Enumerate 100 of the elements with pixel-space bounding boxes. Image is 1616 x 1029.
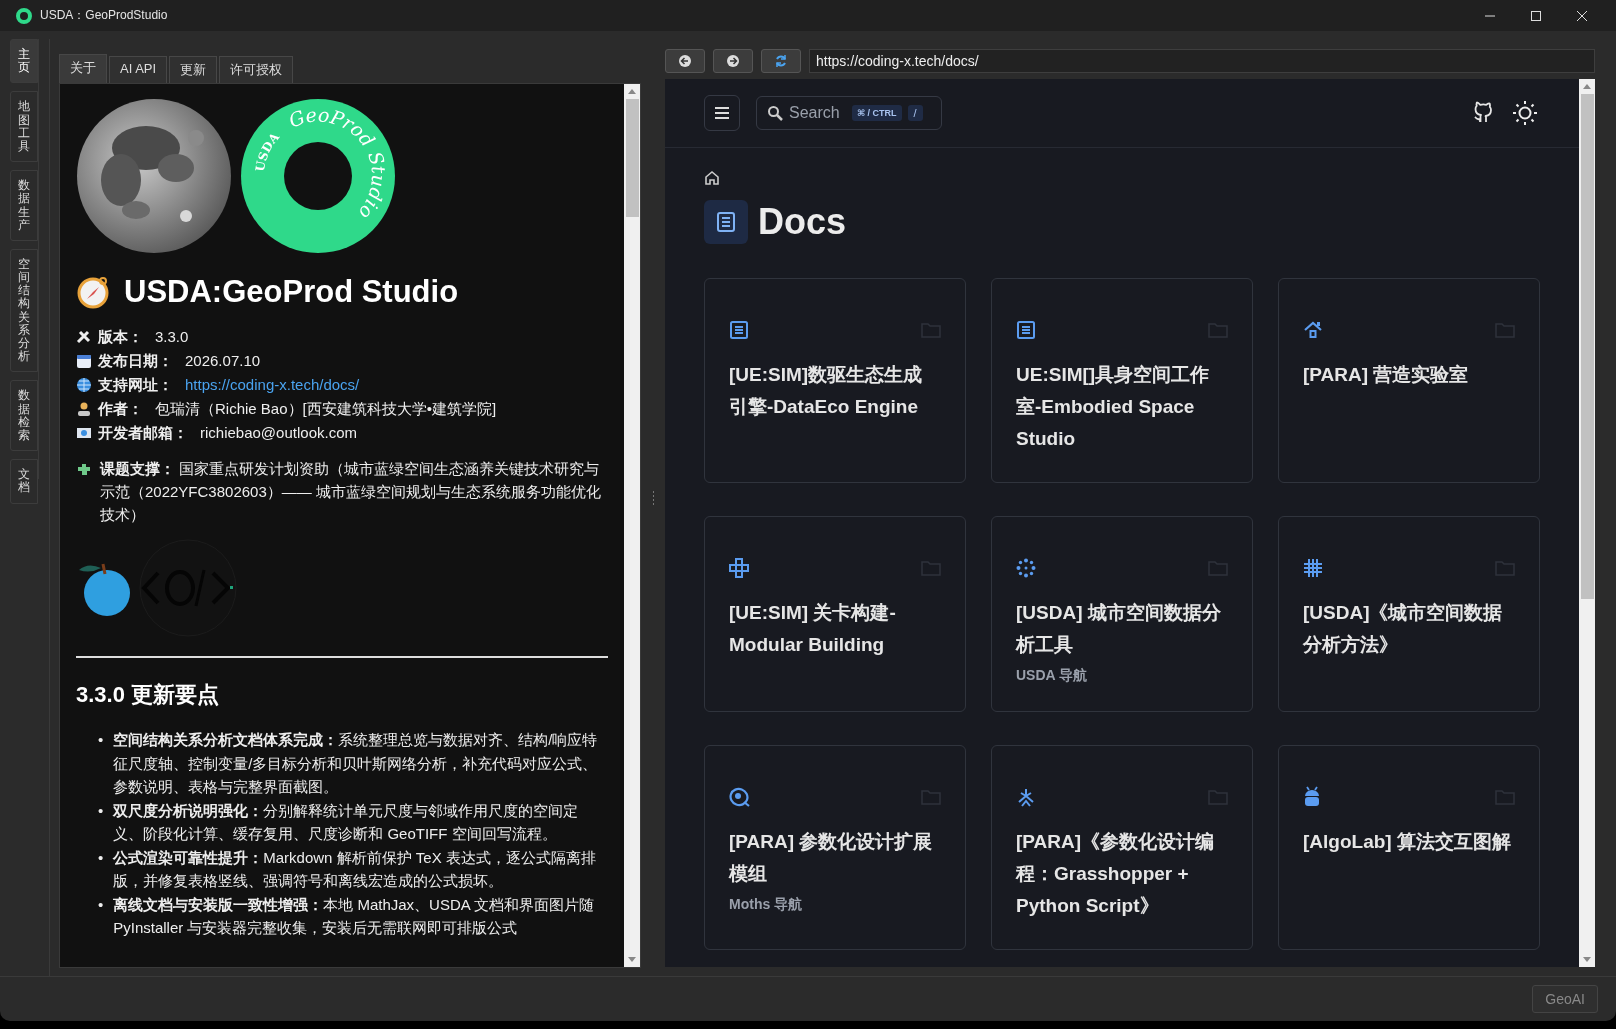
refresh-button[interactable] (761, 49, 801, 73)
search-field[interactable]: Search ⌘ / CTRL / (756, 96, 942, 130)
doc-card[interactable]: UE:SIM[]具身空间工作室-Embodied Space Studio (991, 278, 1253, 483)
scroll-up-icon[interactable] (628, 89, 636, 94)
card-title: UE:SIM[]具身空间工作室-Embodied Space Studio (1016, 363, 1211, 451)
info-label: 作者： (98, 399, 143, 419)
scroll-up-icon[interactable] (1583, 84, 1591, 89)
sidebar-tab[interactable]: 数据生产 (10, 170, 38, 241)
update-item: 双尺度分析说明强化：分别解释统计单元尺度与邻域作用尺度的空间定义、阶段化计算、缓存复用、尺度诊断和 GeoTIFF 空间回写流程。 (113, 800, 580, 844)
doc-card[interactable]: [UE:SIM]数驱生态生成引擎-DataEco Engine (704, 278, 966, 483)
update-item: 离线文档与安装版一致性增强：本地 MathJax、USDA 文档和界面图片随 PyInstaller 与安装器完整收集，安装后无需联网即可排版公式 (113, 894, 596, 938)
card-title: [AlgoLab] 算法交互图解 (1303, 830, 1512, 854)
nodes-icon (729, 558, 749, 578)
tab[interactable]: 关于 (59, 54, 107, 83)
tab[interactable]: 许可授权 (219, 56, 294, 83)
doc-card[interactable]: [PARA] 营造实验室 (1278, 278, 1540, 483)
document-icon (729, 320, 749, 340)
asterisk-icon (1016, 787, 1036, 807)
sidebar-tab[interactable]: 文档 (10, 459, 38, 504)
card-subtitle: USDA 导航 (1016, 667, 1089, 685)
page-title: Docs (758, 201, 847, 243)
info-label: 版本： (98, 327, 143, 347)
folder-icon (1208, 789, 1228, 805)
arrow-right-icon (726, 55, 740, 67)
dots-icon (1016, 558, 1036, 578)
forward-button[interactable] (713, 49, 753, 73)
search-icon (767, 105, 783, 121)
person-icon (76, 400, 92, 417)
search-placeholder: Search (789, 104, 840, 122)
document-icon (1016, 320, 1036, 340)
tab[interactable]: 更新 (169, 56, 218, 83)
shortcut-key: / (907, 105, 923, 121)
sidebar-tab[interactable]: 空间结构关系分析 (10, 248, 38, 373)
card-title: [PARA] 参数化设计扩展模组 (729, 830, 934, 886)
folder-icon (1495, 322, 1515, 338)
update-item: 公式渲染可靠性提升：Markdown 解析前保护 TeX 表达式，逐公式隔离排版，并修复表格竖线、强调符号和离线宏造成的公式损坏。 (113, 847, 597, 891)
cat-icon[interactable] (1471, 101, 1495, 125)
geoai-button[interactable]: GeoAI (1532, 985, 1598, 1013)
calendar-icon (76, 352, 92, 369)
update-item: 空间结构关系分析文档体系完成：系统整理总览与数据对齐、结构/响应特征尺度轴、控制变量/多目标分析和贝叶斯网络分析，补充代码对应公式、参数说明、表格与完整界面截图。 (113, 730, 599, 797)
info-value: richiebao@outlook.com (200, 423, 357, 443)
home-icon[interactable] (704, 170, 720, 186)
scrollbar[interactable] (1579, 79, 1595, 967)
folder-icon (1208, 322, 1228, 338)
app-logo-icon (16, 7, 32, 24)
card-title: [PARA]《参数化设计编程：Grasshopper + Python Script》 (1016, 830, 1216, 918)
code-logo-icon (138, 538, 238, 638)
card-title: [PARA] 营造实验室 (1303, 363, 1470, 387)
folder-icon (1208, 560, 1228, 576)
folder-icon (921, 560, 941, 576)
bullet: • (98, 894, 104, 915)
scroll-down-icon[interactable] (1583, 957, 1591, 962)
maximize-icon[interactable] (1530, 9, 1542, 22)
folder-icon (1495, 789, 1515, 805)
tools-icon (76, 328, 92, 345)
arrow-left-icon (678, 55, 692, 67)
folder-icon (1495, 560, 1515, 576)
refresh-icon (774, 54, 788, 68)
document-icon (704, 200, 748, 244)
doc-card[interactable]: [PARA] 参数化设计扩展模组 Moths 导航 (704, 745, 966, 950)
bullet: • (98, 800, 104, 821)
sidebar-tab[interactable]: 地图工具 (10, 91, 38, 163)
info-label: 开发者邮箱： (98, 423, 188, 443)
folder-icon (921, 789, 941, 805)
ring-icon (729, 787, 751, 807)
doc-card[interactable]: [AlgoLab] 算法交互图解 (1278, 745, 1540, 950)
card-title: [USDA] 城市空间数据分析工具 (1016, 601, 1222, 657)
scrollbar-thumb[interactable] (625, 99, 639, 217)
menu-icon (714, 107, 730, 119)
sidebar-tab[interactable]: 主页 (10, 39, 38, 84)
splitter-handle-icon[interactable] (651, 491, 655, 507)
close-icon[interactable] (1576, 9, 1588, 22)
url-field[interactable]: https://coding-x.tech/docs/ (809, 49, 1595, 73)
scrollbar[interactable] (624, 84, 640, 967)
info-label: 发布日期： (98, 351, 173, 371)
card-subtitle: Moths 导航 (729, 896, 804, 914)
sidebar-tab[interactable]: 数据检索 (10, 380, 38, 452)
tab[interactable]: AI API (109, 56, 168, 83)
menu-button[interactable] (704, 95, 740, 131)
card-title: [UE:SIM]数驱生态生成引擎-DataEco Engine (729, 363, 924, 419)
section-heading: 3.3.0 更新要点 (76, 681, 221, 709)
doc-card[interactable]: [USDA] 城市空间数据分析工具 USDA 导航 (991, 516, 1253, 712)
support-text: 课题支撑： 国家重点研发计划资助（城市蓝绿空间生态涵养关键技术研究与示范（2022YFC3802603）—— 城市蓝绿空间规划与生态系统服务功能优化技术） (100, 459, 602, 525)
app-title: USDA:GeoProd Studio (124, 274, 459, 310)
shortcut-key: ⌘ / CTRL (851, 105, 902, 121)
back-button[interactable] (665, 49, 705, 73)
house-icon (1303, 320, 1323, 340)
scroll-down-icon[interactable] (628, 957, 636, 962)
doc-card[interactable]: [UE:SIM] 关卡构建-Modular Building (704, 516, 966, 712)
window-title: USDA：GeoProdStudio (40, 7, 168, 24)
card-title: [UE:SIM] 关卡构建-Modular Building (729, 601, 897, 657)
info-label: 支持网址： (98, 375, 173, 395)
hash-icon (1303, 558, 1323, 578)
bullet: • (98, 730, 104, 750)
doc-card[interactable]: [PARA]《参数化设计编程：Grasshopper + Python Script》 (991, 745, 1253, 950)
doc-card[interactable]: [USDA]《城市空间数据分析方法》 (1278, 516, 1540, 712)
folder-icon (921, 322, 941, 338)
website-link[interactable]: https://coding-x.tech/docs/ (185, 374, 360, 395)
scrollbar-thumb[interactable] (1580, 94, 1594, 599)
sun-icon[interactable] (1511, 99, 1539, 127)
